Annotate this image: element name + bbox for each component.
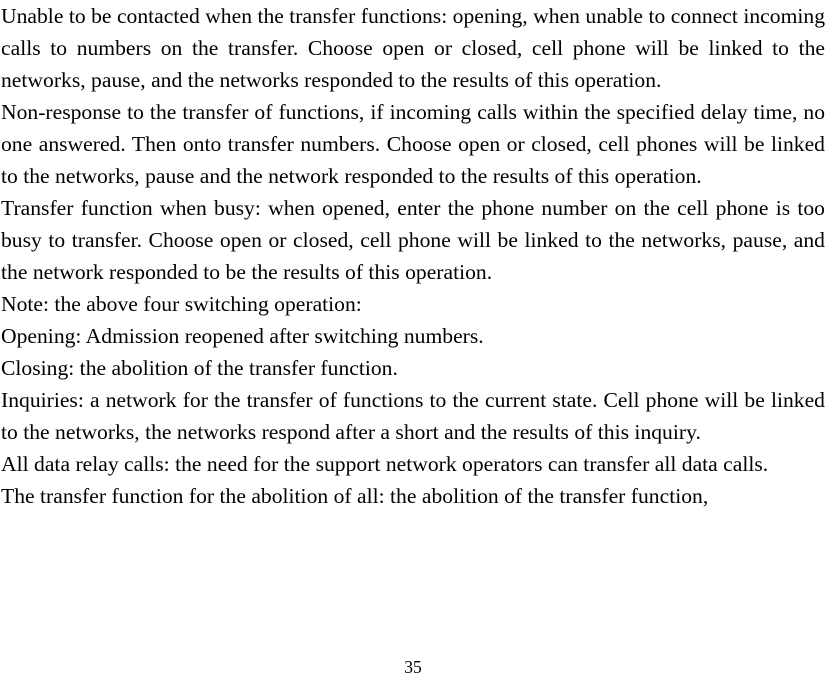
- paragraph-non-response: Non-response to the transfer of function…: [1, 100, 825, 188]
- document-page: Unable to be contacted when the transfer…: [0, 0, 826, 682]
- paragraph-all-data-relay-calls: All data relay calls: the need for the s…: [1, 452, 769, 476]
- paragraph-inquiries: Inquiries: a network for the transfer of…: [1, 388, 825, 444]
- paragraph-note-four-switching: Note: the above four switching operation…: [1, 292, 362, 316]
- page-number: 35: [404, 657, 422, 677]
- paragraph-closing: Closing: the abolition of the transfer f…: [1, 356, 398, 380]
- paragraph-abolition-of-all: The transfer function for the abolition …: [1, 484, 709, 508]
- paragraph-unable-to-be-contacted: Unable to be contacted when the transfer…: [1, 4, 825, 92]
- page-body-text: Unable to be contacted when the transfer…: [1, 0, 825, 512]
- paragraph-transfer-when-busy: Transfer function when busy: when opened…: [1, 196, 825, 284]
- paragraph-opening: Opening: Admission reopened after switch…: [1, 324, 484, 348]
